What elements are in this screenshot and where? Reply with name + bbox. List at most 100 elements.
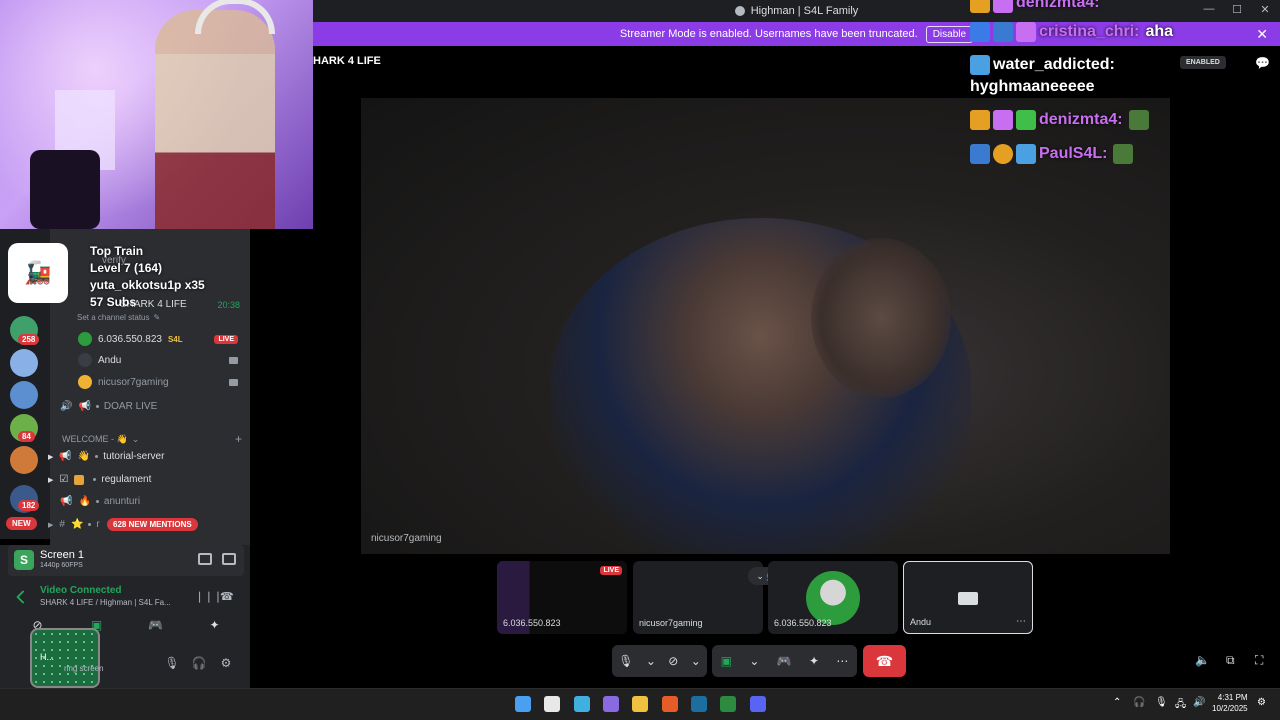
new-mentions-pill[interactable]: 628 NEW MENTIONS [107, 518, 198, 531]
fire-emoji: 🔥 [78, 496, 91, 507]
enabled-badge[interactable]: ENABLED [1180, 56, 1226, 69]
avatar [78, 353, 92, 367]
member-row[interactable]: 6.036.550.823 S4L LIVE [78, 332, 238, 346]
discord-icon [734, 6, 745, 16]
activity-icon[interactable]: 🎮 [777, 654, 792, 668]
hang-up-button[interactable]: ☎ [863, 645, 906, 677]
avatar [78, 375, 92, 389]
top-train-subs: 57 Subs [90, 295, 137, 309]
tier-badge [993, 22, 1013, 42]
chevron-down-icon: ⌄ [131, 433, 140, 444]
soundboard-icon[interactable]: ✦ [206, 616, 224, 634]
maximize-icon[interactable]: ☐ [1230, 3, 1244, 16]
server-icon[interactable] [10, 381, 38, 409]
banner-text: Streamer Mode is enabled. Usernames have… [619, 28, 918, 40]
screen-share-icon: S [14, 550, 34, 570]
leaf-emote [1113, 144, 1134, 164]
minimize-icon[interactable]: — [1202, 3, 1216, 16]
channel-name: tutorial-server [103, 451, 165, 462]
task-view-icon[interactable] [544, 696, 560, 712]
noise-suppression-icon[interactable]: ❘❘❘ [195, 590, 223, 603]
microphone-icon[interactable]: 🎙 [618, 654, 633, 668]
set-channel-status[interactable]: Set a channel status ✎ [77, 313, 160, 322]
add-channel-icon[interactable]: + [235, 432, 242, 446]
system-clock[interactable]: 4:31 PM 10/2/2025 [1212, 692, 1248, 714]
chat-message: aha [1145, 23, 1174, 40]
close-window-icon[interactable]: ✕ [1258, 3, 1272, 16]
brave-browser-icon[interactable] [662, 696, 678, 712]
disconnect-icon[interactable]: ☎ [220, 590, 234, 603]
chevron-right-icon: ▶ [48, 521, 54, 529]
member-name: Andu [98, 354, 122, 366]
close-icon[interactable]: ✕ [1256, 26, 1268, 43]
camera-icon [229, 378, 238, 386]
steam-icon[interactable] [691, 696, 707, 712]
new-servers-pill[interactable]: NEW [6, 517, 37, 530]
soundboard-icon[interactable]: ✦ [809, 654, 819, 668]
participant-tile[interactable]: Andu ⋯ [903, 561, 1033, 634]
mic-icon[interactable]: 🎙 [164, 656, 180, 672]
chevron-down-icon[interactable]: ⌄ [646, 654, 656, 668]
network-icon[interactable]: 🖧 [1175, 697, 1186, 714]
participant-tile[interactable]: 6.036.550.823 [768, 561, 898, 634]
chat-username: denizmta4: [1016, 0, 1100, 11]
chat-username: cristina_chri: [1039, 23, 1140, 40]
fullscreen-icon[interactable]: ⛶ [1255, 653, 1263, 668]
start-icon[interactable] [515, 696, 531, 712]
participant-tile[interactable]: nicusor7gaming [633, 561, 763, 634]
channel-doar-live[interactable]: 🔊 📢 DOAR LIVE [60, 401, 157, 412]
volume-icon[interactable]: 🔈 [1195, 653, 1210, 667]
more-icon[interactable]: ⋯ [836, 654, 848, 668]
discord-icon[interactable] [750, 696, 766, 712]
chat-bubble-icon[interactable]: 💬 [1255, 56, 1270, 70]
channel-r[interactable]: ▶ # ⭐ r [48, 519, 100, 530]
widgets-icon[interactable] [574, 696, 590, 712]
camera-off-icon[interactable]: ⊘ [668, 654, 678, 668]
copilot-icon[interactable] [603, 696, 619, 712]
headset-icon[interactable]: 🎧 [1133, 697, 1145, 708]
popout-icon[interactable]: ⧉ [1226, 653, 1235, 668]
xbox-icon[interactable] [720, 696, 736, 712]
speaker-tray-icon[interactable]: 🔊 [1193, 697, 1205, 708]
participant-tile[interactable]: LIVE 6.036.550.823 [497, 561, 627, 634]
chat-line: cristina_chri: aha [970, 22, 1173, 42]
stream-settings-icon[interactable] [222, 553, 236, 565]
tile-label: 6.036.550.823 [503, 618, 561, 628]
screen-share-title: Screen 1 [40, 549, 85, 561]
star-emoji: ⭐ [70, 519, 84, 530]
chevron-right-icon: ▶ [48, 453, 54, 461]
mic-tray-icon[interactable]: 🎙 [1155, 697, 1168, 708]
tile-label: Andu [910, 617, 932, 627]
chat-line: hyghmaaneeeee [970, 78, 1095, 96]
server-icon[interactable] [10, 349, 38, 377]
category-welcome[interactable]: WELCOME - 👋 ⌄ + [62, 432, 242, 446]
screen-share-icon[interactable]: ▣ [721, 654, 732, 668]
activity-controls: ▣ ⌄ 🎮 ✦ ⋯ [712, 645, 857, 677]
disable-button[interactable]: Disable [925, 25, 974, 43]
server-badge: 84 [18, 431, 35, 442]
gear-icon[interactable]: ⚙ [218, 656, 234, 672]
top-train-logo: 🚂 [8, 243, 68, 303]
member-row[interactable]: nicusor7gaming [78, 375, 238, 389]
channel-emoji: 📢 [78, 401, 91, 412]
chevron-down-icon[interactable]: ⌄ [691, 654, 701, 668]
server-icon[interactable] [10, 446, 38, 474]
member-tag: S4L [167, 334, 183, 344]
channel-anunturi[interactable]: 📢 🔥 anunturi [60, 496, 140, 507]
notification-icon[interactable]: ⚙ [1257, 697, 1266, 708]
chevron-down-icon[interactable]: ⌄ [749, 654, 759, 668]
member-row[interactable]: Andu [78, 353, 238, 367]
channel-tutorial-server[interactable]: ▶ 📢 👋 tutorial-server [48, 451, 164, 462]
member-name: 6.036.550.823 [98, 333, 162, 345]
live-badge: LIVE [214, 334, 238, 344]
channel-regulament[interactable]: ▶ ☑ regulament [48, 474, 151, 485]
main-video-feed[interactable]: nicusor7gaming [361, 98, 1170, 554]
activity-icon[interactable]: 🎮 [147, 616, 165, 634]
more-options-icon[interactable]: ⋯ [1016, 616, 1026, 627]
screen-share-card[interactable]: S Screen 1 1440p 60FPS [8, 545, 244, 576]
headphones-icon[interactable]: 🎧 [191, 656, 207, 672]
hash-icon: # [59, 519, 65, 530]
stop-stream-icon[interactable] [198, 553, 212, 565]
file-explorer-icon[interactable] [632, 696, 648, 712]
chevron-up-icon[interactable]: ⌃ [1113, 697, 1121, 708]
